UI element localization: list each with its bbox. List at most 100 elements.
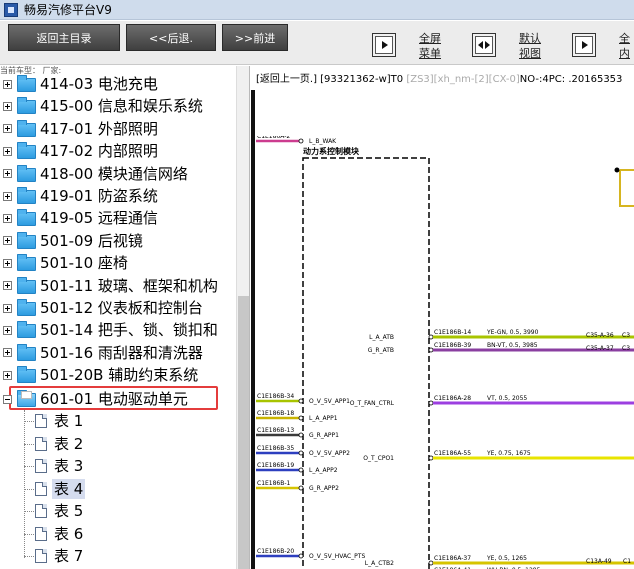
folder-icon [17, 231, 36, 249]
expand-icon[interactable] [3, 124, 12, 134]
tree-connector [24, 511, 34, 512]
pin-label: G_R_ATB [368, 347, 394, 354]
breadcrumb-tail: NO-:4PC: .20165353 [519, 74, 623, 85]
connector-label: C1E186B-20 [257, 548, 294, 555]
document-icon [35, 504, 47, 518]
home-button[interactable]: 返回主目录 [8, 24, 120, 51]
expand-icon[interactable] [3, 191, 12, 201]
pin-terminal [298, 138, 304, 144]
connector-label: C1E186B-34 [257, 393, 294, 400]
tree-item-label: 419-01 防盗系统 [40, 187, 158, 205]
folder-icon [17, 164, 36, 182]
pin-label: O_V_5V_HVAC_PTS [309, 553, 365, 560]
forward-button[interactable]: >>前进 [222, 24, 288, 51]
junction-wire [619, 169, 634, 207]
left-wires: C1E186B-30L_B_T15C1E186A-36L_B_T50C1E186… [256, 136, 365, 560]
connector-label: C1E186A-28 [434, 395, 471, 402]
fullscreen-menu-icon[interactable] [372, 33, 396, 57]
tree-subitem-label: 表 2 [54, 434, 84, 453]
expand-icon[interactable] [3, 213, 12, 223]
tree-subitem[interactable]: 表 1 [0, 410, 230, 432]
default-view-link[interactable]: 默认 视图 [519, 31, 541, 61]
diagram-viewer: [返回上一页.] [93321362-w]T0 [ZS3][xh_nm-[2][… [251, 66, 634, 569]
full-content-icon[interactable] [572, 33, 596, 57]
pin-terminal [298, 553, 304, 559]
expand-icon[interactable] [3, 258, 12, 268]
tree-subitem-label: 表 1 [54, 412, 84, 430]
far-connector-label: C3 [622, 332, 630, 339]
pin-terminal [298, 467, 304, 473]
pin-terminal [298, 432, 304, 438]
folder-icon [17, 366, 36, 384]
fullscreen-menu-link[interactable]: 全屏 菜单 [419, 31, 441, 61]
connector-label: C1E186B-19 [257, 462, 294, 469]
pin-label: O_V_5V_APP2 [309, 450, 350, 457]
pin-label: L_B_WAK [309, 138, 337, 145]
tree-subitem-label: 表 6 [54, 524, 84, 543]
tree-subitem[interactable]: 表 5 [0, 500, 230, 522]
default-view-icon[interactable] [472, 33, 496, 57]
full-content-link[interactable]: 全 内 [619, 31, 630, 61]
pin-label: G_R_APP2 [309, 485, 339, 492]
expand-icon[interactable] [3, 79, 12, 89]
pin-terminal [298, 485, 304, 491]
tree-item-label: 418-00 模块通信网络 [40, 164, 188, 183]
tree-subitem[interactable]: 表 4 [0, 478, 230, 500]
expand-icon[interactable] [3, 370, 12, 380]
document-icon [35, 414, 47, 428]
tree-item-label: 501-16 雨刮器和清洗器 [40, 343, 203, 362]
module-title: 动力系控制模块 [303, 146, 360, 156]
document-icon [35, 459, 47, 473]
toolbar: 返回主目录 <<后退. >>前进 全屏 菜单 默认 视图 全 内 [0, 21, 634, 65]
breadcrumb-code: [ZS3][xh_nm-[2][CX-0] [406, 74, 520, 85]
app-window: 畅易汽修平台V9 返回主目录 <<后退. >>前进 全屏 菜单 默认 视图 全 … [0, 0, 634, 569]
module-box [302, 157, 430, 569]
tree-scrollbar[interactable] [236, 66, 249, 569]
expand-icon[interactable] [3, 325, 12, 335]
tree-subitem-label: 表 3 [54, 457, 84, 475]
wire-spec: BN-VT, 0.5, 3985 [487, 342, 538, 349]
pin-label: O_T_CPO1 [363, 455, 394, 462]
pin-label: L_A_APP1 [309, 415, 338, 422]
pin-label: O_V_5V_APP1 [309, 398, 350, 405]
pin-label: O_T_FAN_CTRL [350, 400, 395, 407]
folder-icon [17, 119, 36, 137]
back-page-link[interactable]: [返回上一页.] [93321362-w]T0 [256, 74, 403, 85]
tree-connector [24, 421, 34, 422]
connector-label: C1E186A-2 [257, 136, 290, 140]
tree-item-label: 501-20B 辅助约束系统 [40, 366, 199, 385]
connector-label: C1E186B-39 [434, 342, 471, 349]
collapse-icon[interactable] [3, 394, 12, 404]
expand-icon[interactable] [3, 348, 12, 358]
wire-spec: VT, 0.5, 2055 [487, 395, 527, 402]
pin-terminal [428, 560, 434, 566]
wire-spec: YE-GN, 0.5, 3990 [486, 329, 539, 336]
tree-connector [24, 466, 34, 467]
pin-terminal [428, 334, 434, 340]
pin-terminal [298, 450, 304, 456]
title-bar: 畅易汽修平台V9 [0, 0, 634, 20]
tree-subitem[interactable]: 表 7 [0, 545, 230, 567]
pin-label: L_A_APP2 [309, 467, 338, 474]
expand-icon[interactable] [3, 281, 12, 291]
folder-icon [17, 97, 36, 115]
tree-subitem[interactable]: 表 2 [0, 433, 230, 455]
expand-icon[interactable] [3, 236, 12, 246]
expand-icon[interactable] [3, 169, 12, 179]
app-icon [4, 2, 18, 17]
scrollbar-thumb[interactable] [238, 296, 249, 569]
pin-label: L_A_CTB2 [365, 560, 394, 567]
connector-label: C1E186B-35 [257, 445, 294, 452]
tree-subitem-label: 表 7 [54, 547, 84, 565]
breadcrumb: [返回上一页.] [93321362-w]T0 [ZS3][xh_nm-[2][… [256, 70, 622, 85]
tree-subitem[interactable]: 表 6 [0, 523, 230, 545]
expand-icon[interactable] [3, 303, 12, 313]
tree-item-label: 419-05 远程通信 [40, 209, 158, 228]
expand-icon[interactable] [3, 146, 12, 156]
back-button[interactable]: <<后退. [126, 24, 216, 51]
far-connector-label: C13A-49 [586, 558, 612, 565]
connector-label: C1E186A-37 [434, 555, 471, 562]
tree-subitem[interactable]: 表 3 [0, 455, 230, 477]
tree-panel: 当前车型： 厂家: 414-03 电池充电 415-00 信息和娱乐系统 417-0… [0, 66, 250, 569]
expand-icon[interactable] [3, 101, 12, 111]
